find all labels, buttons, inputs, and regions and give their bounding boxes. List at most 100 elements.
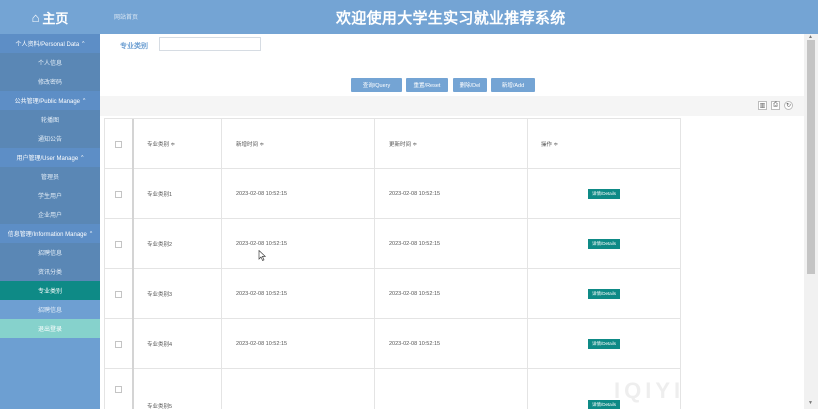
row-checkbox[interactable] <box>115 240 122 248</box>
menu-group-label: 个人资料/Personal Data <box>15 42 80 48</box>
cell-updated: 2023-02-08 10:52:15 <box>375 169 528 219</box>
row-select-cell <box>105 319 134 369</box>
major-category-input[interactable] <box>159 37 261 51</box>
table-row: 专业类别5 详情/Details <box>105 369 680 409</box>
cell-category: 专业类别2 <box>134 219 222 269</box>
menu-item-personal-info[interactable]: 个人信息 <box>0 53 100 72</box>
top-bar: ⌂ 主页 网站首页 欢迎使用大学生实习就业推荐系统 <box>0 0 818 34</box>
page-scrollbar[interactable]: ▲ ▼ <box>804 34 818 409</box>
cell-category: 专业类别5 <box>134 369 222 409</box>
table-row: 专业类别4 2023-02-08 10:52:15 2023-02-08 10:… <box>105 319 680 369</box>
scrollbar-thumb[interactable] <box>807 40 815 274</box>
cell-category: 专业类别4 <box>134 319 222 369</box>
breadcrumb[interactable]: 网站首页 <box>114 12 138 21</box>
menu-item-label: 招聘信息 <box>37 308 62 314</box>
cell-actions: 详情/Details <box>528 319 680 369</box>
details-button[interactable]: 详情/Details <box>587 239 620 249</box>
sidebar: 个人资料/Personal Data ^ 个人信息 修改密码 公共管理/Publ… <box>0 34 100 409</box>
menu-item-news-categories[interactable]: 资讯分类 <box>0 262 100 281</box>
column-header-updated[interactable]: 更新时间 ≑ <box>375 119 528 169</box>
row-checkbox[interactable] <box>115 340 122 348</box>
details-button[interactable]: 详情/Details <box>587 189 620 199</box>
row-checkbox[interactable] <box>115 386 122 393</box>
menu-item-change-password[interactable]: 修改密码 <box>0 72 100 91</box>
home-label: 主页 <box>42 10 69 26</box>
menu-group-label: 公共管理/Public Manage <box>14 99 80 105</box>
scroll-down-arrow-icon[interactable]: ▼ <box>808 400 813 406</box>
row-select-cell <box>105 269 134 319</box>
menu-item-label: 通知公告 <box>37 137 62 143</box>
cell-updated <box>375 369 528 409</box>
details-button[interactable]: 详情/Details <box>587 339 620 349</box>
home-icon: ⌂ <box>31 9 40 25</box>
data-table: 专业类别 ≑ 新增时间 ≑ 更新时间 ≑ 操作 ≑ 专业类别1 2023-02-… <box>104 118 681 409</box>
chevron-up-icon: ^ <box>81 154 84 161</box>
menu-item-label: 轮播图 <box>40 118 59 124</box>
cell-updated: 2023-02-08 10:52:15 <box>375 269 528 319</box>
details-button[interactable]: 详情/Details <box>587 289 620 299</box>
menu-group-label: 用户管理/User Manage <box>16 156 79 162</box>
cell-created: 2023-02-08 10:52:15 <box>222 169 375 219</box>
watermark: IQIYI <box>614 378 685 403</box>
menu-item-logout[interactable]: 退出登录 <box>0 319 100 338</box>
select-all-cell <box>105 119 134 169</box>
select-all-checkbox[interactable] <box>115 140 122 148</box>
cell-created <box>222 369 375 409</box>
chevron-up-icon: ^ <box>83 97 86 104</box>
delete-button[interactable]: 删除/Del <box>453 78 487 92</box>
menu-item-label: 专业类别 <box>37 289 62 295</box>
menu-item-job-info-2[interactable]: 招聘信息 <box>0 300 100 319</box>
refresh-icon[interactable]: ↻ <box>784 101 793 110</box>
cell-created: 2023-02-08 10:52:15 <box>222 219 375 269</box>
table-toolbar: ▥ ⎙ ↻ <box>100 96 804 116</box>
cell-category: 专业类别3 <box>134 269 222 319</box>
menu-item-label: 退出登录 <box>37 327 62 333</box>
menu-item-label: 招聘信息 <box>37 251 62 257</box>
main-content: 专业类别 查询/Query 重置/Reset 删除/Del 新增/Add ▥ ⎙… <box>100 34 804 409</box>
chevron-up-icon: ^ <box>82 40 85 47</box>
cell-updated: 2023-02-08 10:52:15 <box>375 319 528 369</box>
column-header-actions[interactable]: 操作 ≑ <box>528 119 680 169</box>
menu-group-public-manage[interactable]: 公共管理/Public Manage ^ <box>0 91 100 110</box>
print-icon[interactable]: ⎙ <box>771 101 780 110</box>
cell-created: 2023-02-08 10:52:15 <box>222 319 375 369</box>
column-header-category[interactable]: 专业类别 ≑ <box>134 119 222 169</box>
menu-item-label: 学生用户 <box>37 194 62 200</box>
cell-updated: 2023-02-08 10:52:15 <box>375 219 528 269</box>
menu-group-label: 信息管理/Information Manage <box>7 232 87 238</box>
column-header-created[interactable]: 新增时间 ≑ <box>222 119 375 169</box>
menu-item-label: 管理员 <box>40 175 59 181</box>
add-button[interactable]: 新增/Add <box>491 78 535 92</box>
menu-item-job-info[interactable]: 招聘信息 <box>0 243 100 262</box>
menu-group-user-manage[interactable]: 用户管理/User Manage ^ <box>0 148 100 167</box>
menu-item-company-users[interactable]: 企业用户 <box>0 205 100 224</box>
menu-item-major-categories[interactable]: 专业类别 <box>0 281 100 300</box>
chevron-up-icon: ^ <box>89 230 93 237</box>
row-checkbox[interactable] <box>115 290 122 298</box>
table-row: 专业类别1 2023-02-08 10:52:15 2023-02-08 10:… <box>105 169 680 219</box>
query-button[interactable]: 查询/Query <box>351 78 402 92</box>
menu-item-label: 企业用户 <box>37 213 62 219</box>
menu-item-notices[interactable]: 通知公告 <box>0 129 100 148</box>
reset-button[interactable]: 重置/Reset <box>406 78 448 92</box>
row-select-cell <box>105 169 134 219</box>
mouse-cursor-icon <box>258 250 266 261</box>
cell-actions: 详情/Details <box>528 169 680 219</box>
menu-item-carousel[interactable]: 轮播图 <box>0 110 100 129</box>
columns-icon[interactable]: ▥ <box>758 101 767 110</box>
table-row: 专业类别3 2023-02-08 10:52:15 2023-02-08 10:… <box>105 269 680 319</box>
menu-item-student-users[interactable]: 学生用户 <box>0 186 100 205</box>
menu-group-information-manage[interactable]: 信息管理/Information Manage ^ <box>0 224 100 243</box>
menu-item-admins[interactable]: 管理员 <box>0 167 100 186</box>
cell-actions: 详情/Details <box>528 269 680 319</box>
app-title: 欢迎使用大学生实习就业推荐系统 <box>336 10 566 27</box>
home-link[interactable]: ⌂ 主页 <box>0 0 100 34</box>
table-header-row: 专业类别 ≑ 新增时间 ≑ 更新时间 ≑ 操作 ≑ <box>105 119 680 169</box>
row-checkbox[interactable] <box>115 190 122 198</box>
filter-label: 专业类别 <box>120 43 148 50</box>
cell-created: 2023-02-08 10:52:15 <box>222 269 375 319</box>
cell-actions: 详情/Details <box>528 219 680 269</box>
table-row: 专业类别2 2023-02-08 10:52:15 2023-02-08 10:… <box>105 219 680 269</box>
menu-group-personal-data[interactable]: 个人资料/Personal Data ^ <box>0 34 100 53</box>
menu-item-label: 资讯分类 <box>37 270 62 276</box>
